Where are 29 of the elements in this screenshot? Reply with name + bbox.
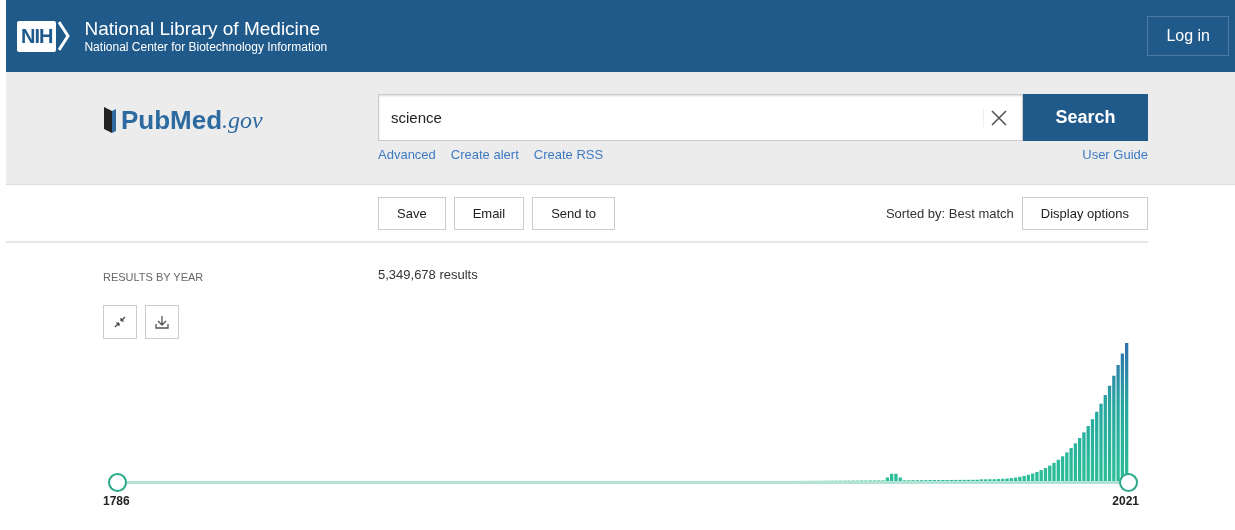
search-input[interactable]: science	[379, 108, 969, 127]
slider-handle[interactable]	[108, 473, 127, 492]
year-label: 2021	[1112, 494, 1139, 508]
search-link[interactable]: Advanced	[378, 147, 436, 162]
collapse-icon[interactable]	[103, 305, 137, 339]
section-label: RESULTS BY YEAR	[103, 271, 204, 283]
site-title: National Library of Medicine	[84, 18, 321, 40]
search-button[interactable]: Search	[1023, 94, 1148, 141]
site-subtitle: National Center for Biotechnology Information	[84, 40, 328, 54]
search-field[interactable]: science	[378, 94, 1023, 141]
display-options-button[interactable]: Display options	[1021, 196, 1148, 230]
book-icon	[102, 105, 118, 135]
download-icon[interactable]	[145, 305, 179, 339]
logo-suffix: .gov	[222, 106, 263, 134]
search-link[interactable]: Create alert	[450, 147, 519, 162]
user-guide-link[interactable]: User Guide	[1082, 147, 1148, 162]
login-button[interactable]: Log in	[1147, 16, 1229, 56]
results-count: 5,349,678 results	[378, 267, 478, 284]
pubmed-logo[interactable]: PubMed	[121, 104, 223, 136]
sort-label[interactable]: Sorted by: Best match	[885, 205, 1014, 221]
close-icon[interactable]	[983, 108, 1008, 127]
nih-logo[interactable]: NIH	[17, 20, 57, 52]
action-button[interactable]: Save	[378, 196, 446, 230]
chevron-icon	[58, 21, 71, 51]
year-label: 1786	[103, 494, 130, 508]
search-link[interactable]: Create RSS	[533, 147, 604, 162]
action-button[interactable]: Send to	[532, 196, 615, 230]
action-button[interactable]: Email	[453, 196, 525, 230]
slider-handle[interactable]	[1119, 473, 1138, 492]
